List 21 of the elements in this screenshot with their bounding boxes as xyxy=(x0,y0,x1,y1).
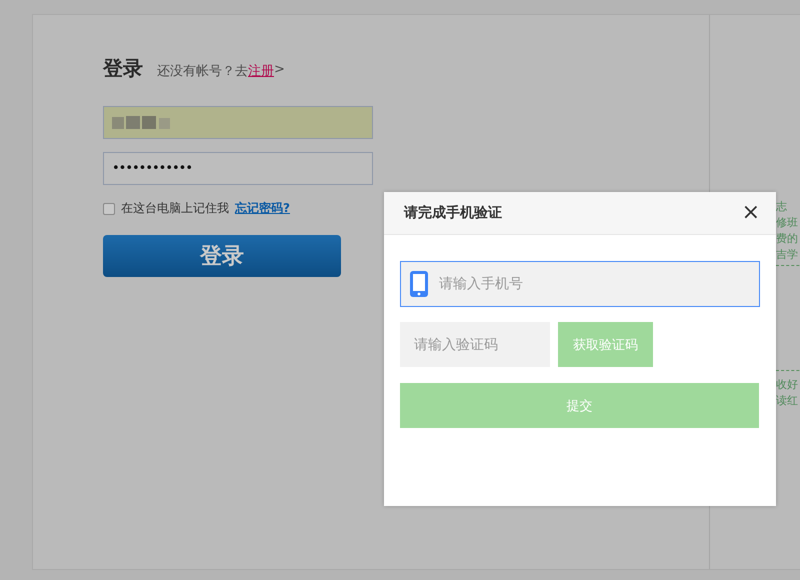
arrow-text: > xyxy=(274,62,285,79)
register-prompt: 还没有帐号？去 xyxy=(157,63,248,80)
login-button[interactable]: 登录 xyxy=(103,235,341,277)
login-title: 登录 xyxy=(103,55,143,82)
password-field[interactable]: •••••••••••• xyxy=(103,152,373,185)
text-fragment: 吉学 xyxy=(776,247,799,263)
text-fragment: 收好 xyxy=(776,377,799,393)
register-link[interactable]: 注册 xyxy=(248,62,274,80)
text-fragment: 志 xyxy=(776,199,788,215)
phone-field[interactable]: 请输入手机号 xyxy=(400,261,760,307)
forgot-password-link[interactable]: 忘记密码? xyxy=(235,200,290,217)
code-field[interactable]: 请输入验证码 xyxy=(400,322,550,367)
remember-checkbox[interactable] xyxy=(103,202,115,214)
text-fragment: 读红 xyxy=(776,393,799,409)
close-button[interactable]: × xyxy=(742,202,760,224)
text-fragment: 修班 xyxy=(776,215,799,231)
dialog-title: 请完成手机验证 xyxy=(404,204,502,222)
remember-label: 在这台电脑上记住我 xyxy=(121,200,229,217)
username-field[interactable] xyxy=(103,106,373,139)
blurred-text-drawing xyxy=(112,114,172,130)
text-fragment: 费的 xyxy=(776,231,799,247)
